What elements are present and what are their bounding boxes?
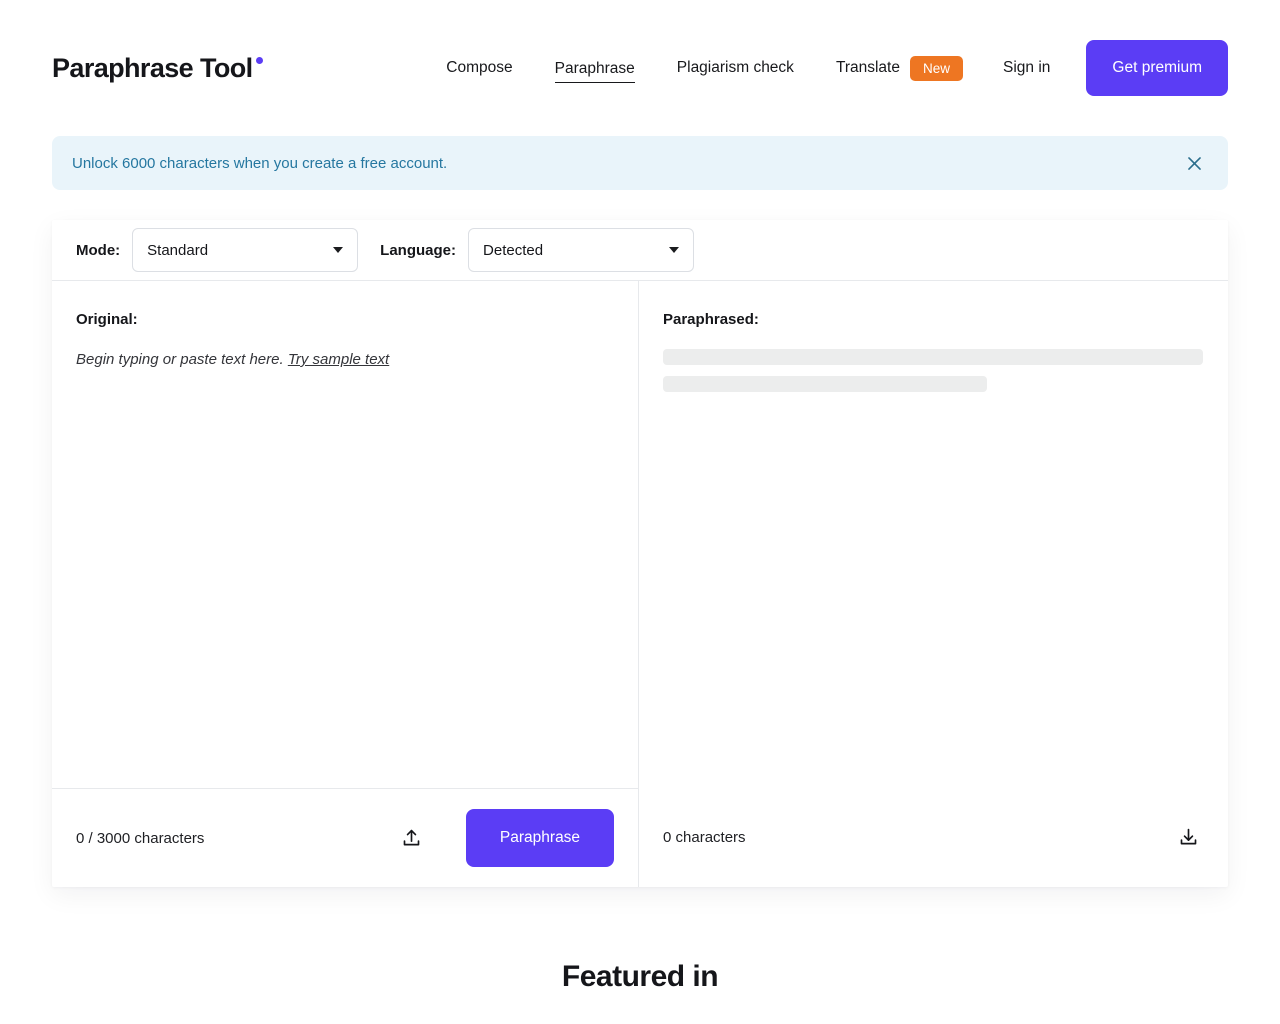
sign-in-link[interactable]: Sign in: [1003, 59, 1050, 77]
nav-item-plagiarism-check[interactable]: Plagiarism check: [677, 53, 794, 83]
upload-icon[interactable]: [396, 823, 426, 853]
close-icon[interactable]: [1180, 149, 1208, 177]
download-icon[interactable]: [1173, 823, 1203, 853]
original-placeholder: Begin typing or paste text here. Try sam…: [76, 349, 614, 370]
language-control: Language: Detected: [380, 228, 695, 272]
language-select-value: Detected: [483, 241, 544, 259]
skeleton-line-1: [663, 349, 1203, 365]
featured-title: Featured in: [561, 960, 719, 993]
app-root: Paraphrase Tool Compose Paraphrase Plagi…: [0, 0, 1280, 1024]
paraphrased-char-count: 0 characters: [663, 829, 746, 846]
main-nav: Compose Paraphrase Plagiarism check Tran…: [446, 40, 1228, 96]
promo-banner-text: Unlock 6000 characters when you create a…: [72, 154, 448, 172]
get-premium-button[interactable]: Get premium: [1086, 40, 1228, 96]
promo-banner: Unlock 6000 characters when you create a…: [52, 136, 1228, 190]
site-header: Paraphrase Tool Compose Paraphrase Plagi…: [0, 0, 1280, 136]
download-wrap: [1173, 823, 1203, 853]
nav-item-compose[interactable]: Compose: [446, 53, 512, 83]
chevron-down-icon: [333, 247, 344, 253]
original-input-area[interactable]: Original: Begin typing or paste text her…: [52, 281, 638, 839]
try-sample-text-link[interactable]: Try sample text: [288, 351, 389, 368]
chevron-down-icon: [669, 247, 680, 253]
nav-item-paraphrase[interactable]: Paraphrase: [554, 54, 635, 83]
paraphrased-output-area: Paraphrased:: [639, 281, 1227, 839]
mode-label: Mode:: [76, 241, 121, 259]
editor-toolbar: Mode: Standard Language: Detected: [52, 220, 1228, 280]
paraphrase-card: Mode: Standard Language: Detected Origin…: [52, 220, 1228, 887]
upload-wrap: [396, 823, 426, 853]
original-title: Original:: [76, 311, 138, 328]
language-select[interactable]: Detected: [468, 228, 695, 272]
language-label: Language:: [380, 241, 457, 259]
new-badge[interactable]: New: [909, 55, 963, 81]
featured-section: Featured in: [0, 960, 1280, 994]
editor-panes: Original: Begin typing or paste text her…: [52, 280, 1228, 887]
logo-dot-icon: [255, 56, 263, 64]
logo[interactable]: Paraphrase Tool: [52, 53, 263, 84]
mode-select[interactable]: Standard: [132, 228, 359, 272]
mode-select-value: Standard: [147, 241, 209, 259]
original-footer: 0 / 3000 characters Paraphrase: [52, 788, 638, 887]
paraphrased-pane: Paraphrased: 0 characters: [639, 281, 1227, 887]
skeleton-line-2: [663, 376, 987, 392]
paraphrased-footer: 0 characters: [639, 788, 1227, 887]
original-placeholder-text: Begin typing or paste text here.: [76, 351, 284, 368]
logo-text: Paraphrase Tool: [52, 52, 253, 83]
original-char-count: 0 / 3000 characters: [76, 829, 205, 847]
nav-item-translate[interactable]: Translate: [836, 53, 900, 83]
paraphrased-title: Paraphrased:: [663, 311, 759, 328]
paraphrase-button[interactable]: Paraphrase: [466, 809, 614, 867]
original-pane: Original: Begin typing or paste text her…: [52, 281, 639, 887]
mode-control: Mode: Standard: [76, 228, 359, 272]
